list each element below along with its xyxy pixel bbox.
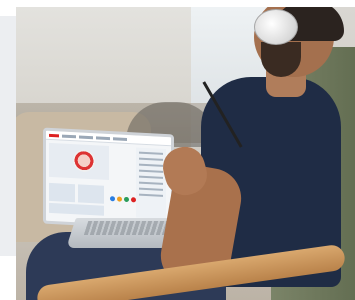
site-card [49, 202, 104, 216]
site-banner [49, 142, 109, 181]
seal-icon [73, 149, 95, 173]
headphones-icon [254, 9, 298, 45]
logo-icon [49, 133, 59, 137]
site-card [49, 182, 75, 203]
site-card [78, 184, 104, 204]
badge-icon [110, 196, 136, 203]
photo-frame [0, 0, 355, 300]
laptop-screen [43, 127, 174, 231]
site-sidebar [136, 147, 166, 220]
side-panel [0, 16, 16, 256]
photo [16, 7, 355, 300]
